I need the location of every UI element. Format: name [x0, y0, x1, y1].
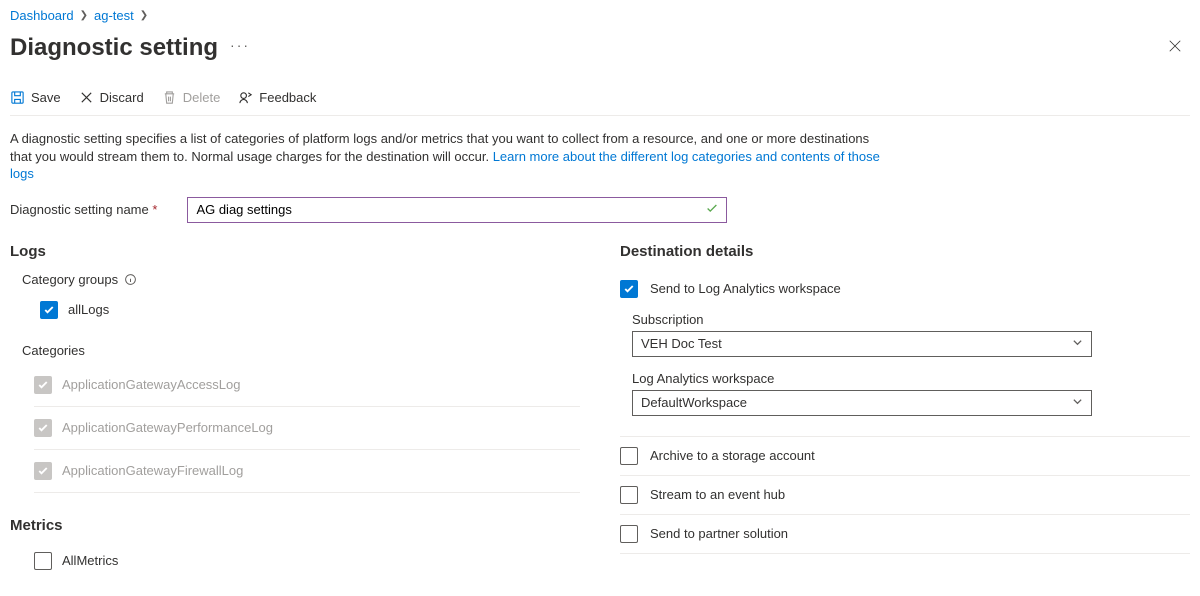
category-label: ApplicationGatewayPerformanceLog [62, 420, 273, 435]
category-checkbox [34, 376, 52, 394]
workspace-label: Log Analytics workspace [632, 371, 1190, 386]
archive-label: Archive to a storage account [650, 448, 815, 463]
chevron-down-icon [1072, 336, 1083, 351]
breadcrumb: Dashboard ❯ ag-test ❯ [10, 8, 1190, 23]
subscription-select[interactable]: VEH Doc Test [632, 331, 1092, 357]
categories-label: Categories [22, 343, 580, 358]
delete-label: Delete [183, 90, 221, 105]
categories-list: ApplicationGatewayAccessLog ApplicationG… [34, 364, 580, 493]
discard-button[interactable]: Discard [79, 90, 144, 105]
discard-label: Discard [100, 90, 144, 105]
save-label: Save [31, 90, 61, 105]
save-icon [10, 90, 25, 105]
chevron-right-icon: ❯ [80, 10, 88, 21]
feedback-label: Feedback [259, 90, 316, 105]
category-item: ApplicationGatewayAccessLog [34, 364, 580, 407]
destination-heading: Destination details [620, 243, 1190, 260]
chevron-right-icon: ❯ [140, 10, 148, 21]
name-input[interactable] [187, 197, 727, 223]
breadcrumb-resource[interactable]: ag-test [94, 8, 134, 23]
category-groups-label: Category groups [22, 272, 580, 287]
law-checkbox[interactable] [620, 280, 638, 298]
all-logs-checkbox[interactable] [40, 301, 58, 319]
eventhub-label: Stream to an event hub [650, 487, 785, 502]
save-button[interactable]: Save [10, 90, 61, 105]
category-checkbox [34, 419, 52, 437]
category-label: ApplicationGatewayAccessLog [62, 377, 241, 392]
category-checkbox [34, 462, 52, 480]
logs-column: Logs Category groups allLogs Categories … [10, 243, 580, 578]
toolbar: Save Discard Delete Feedback [10, 82, 1190, 116]
close-icon[interactable] [1160, 33, 1190, 62]
intro-text: A diagnostic setting specifies a list of… [10, 130, 880, 183]
all-metrics-label: AllMetrics [62, 553, 118, 568]
destination-column: Destination details Send to Log Analytic… [620, 243, 1190, 578]
workspace-value: DefaultWorkspace [641, 395, 747, 410]
page-title: Diagnostic setting [10, 34, 218, 62]
name-row: Diagnostic setting name * [10, 197, 1190, 223]
subscription-value: VEH Doc Test [641, 336, 722, 351]
eventhub-checkbox[interactable] [620, 486, 638, 504]
category-label: ApplicationGatewayFirewallLog [62, 463, 243, 478]
delete-button: Delete [162, 90, 221, 105]
all-metrics-checkbox[interactable] [34, 552, 52, 570]
more-actions-icon[interactable]: ··· [230, 37, 250, 59]
archive-checkbox[interactable] [620, 447, 638, 465]
category-item: ApplicationGatewayPerformanceLog [34, 407, 580, 450]
feedback-button[interactable]: Feedback [238, 90, 316, 105]
workspace-select[interactable]: DefaultWorkspace [632, 390, 1092, 416]
all-logs-label: allLogs [68, 302, 109, 317]
law-label: Send to Log Analytics workspace [650, 281, 841, 296]
info-icon[interactable] [124, 273, 137, 286]
check-icon [623, 283, 635, 295]
chevron-down-icon [1072, 395, 1083, 410]
discard-icon [79, 90, 94, 105]
title-row: Diagnostic setting ··· [10, 33, 1190, 62]
name-label: Diagnostic setting name * [10, 202, 157, 217]
breadcrumb-dashboard[interactable]: Dashboard [10, 8, 74, 23]
partner-label: Send to partner solution [650, 526, 788, 541]
valid-check-icon [705, 201, 719, 218]
feedback-icon [238, 90, 253, 105]
delete-icon [162, 90, 177, 105]
category-item: ApplicationGatewayFirewallLog [34, 450, 580, 493]
subscription-label: Subscription [632, 312, 1190, 327]
partner-checkbox[interactable] [620, 525, 638, 543]
logs-heading: Logs [10, 243, 580, 260]
metrics-heading: Metrics [10, 517, 580, 534]
check-icon [43, 304, 55, 316]
